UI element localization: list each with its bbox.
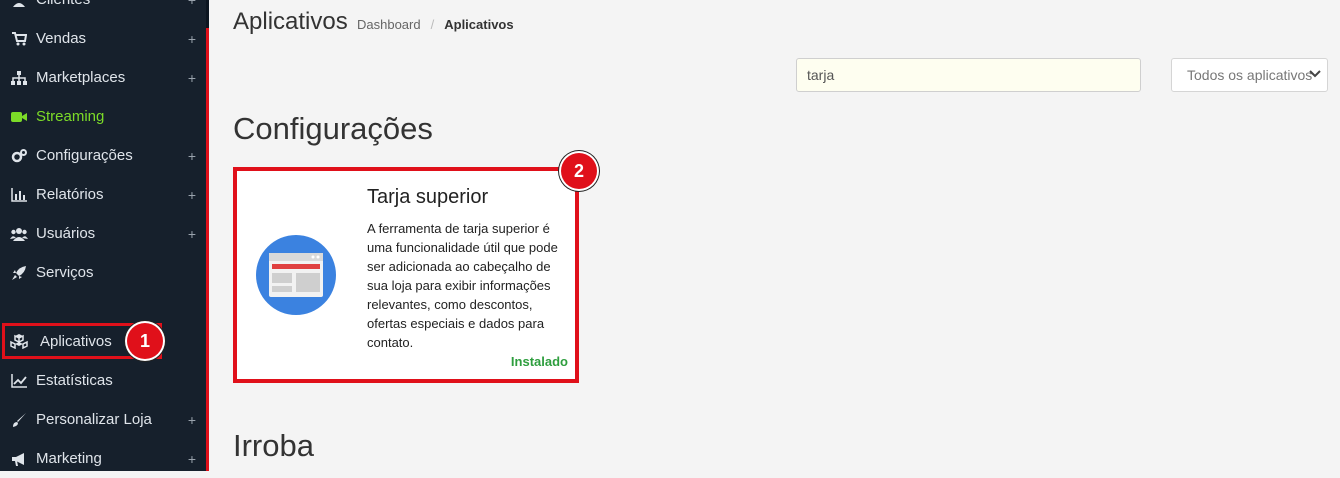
app-filter-select[interactable]: Todos os aplicativos	[1171, 58, 1328, 92]
sidebar-item-label: Estatísticas	[36, 372, 113, 389]
expand-icon[interactable]: +	[188, 412, 196, 428]
expand-icon[interactable]: +	[188, 148, 196, 164]
app-status-badge: Instalado	[510, 354, 568, 369]
sidebar-item-label: Configurações	[36, 147, 133, 164]
sidebar: Clientes + Vendas + Marketplaces + Strea…	[0, 0, 206, 471]
bar-chart-icon	[10, 187, 28, 203]
sidebar-item-streaming[interactable]: Streaming	[0, 97, 206, 136]
sidebar-item-configuracoes[interactable]: Configurações +	[0, 136, 206, 175]
expand-icon[interactable]: +	[188, 226, 196, 242]
chevron-down-icon	[1309, 70, 1321, 78]
sidebar-item-label: Vendas	[36, 30, 87, 47]
sidebar-item-label: Aplicativos	[40, 332, 112, 350]
sidebar-item-label: Usuários	[36, 225, 96, 242]
sidebar-item-clientes[interactable]: Clientes +	[0, 0, 206, 19]
users-group-icon	[10, 226, 28, 242]
expand-icon[interactable]: +	[188, 187, 196, 203]
sidebar-item-usuarios[interactable]: Usuários +	[0, 214, 206, 253]
app-description: A ferramenta de tarja superior é uma fun…	[367, 221, 558, 350]
sidebar-item-relatorios[interactable]: Relatórios +	[0, 175, 206, 214]
section-title-configuracoes: Configurações	[233, 111, 433, 146]
sidebar-item-marketing[interactable]: Marketing +	[0, 439, 206, 478]
sidebar-item-label: Marketing	[36, 450, 102, 467]
breadcrumb: Dashboard / Aplicativos	[357, 17, 514, 32]
section-title-irroba: Irroba	[233, 428, 314, 463]
sidebar-item-label: Serviços	[36, 264, 94, 281]
app-card-tarja-superior[interactable]: Tarja superior A ferramenta de tarja sup…	[233, 167, 579, 383]
breadcrumb-current: Aplicativos	[444, 17, 514, 32]
line-chart-icon	[10, 373, 28, 389]
bullhorn-icon	[10, 451, 28, 467]
expand-icon[interactable]: +	[188, 31, 196, 47]
app-title: Tarja superior	[367, 186, 489, 208]
sidebar-item-marketplaces[interactable]: Marketplaces +	[0, 58, 206, 97]
sitemap-icon	[10, 70, 28, 86]
step-badge-1: 1	[127, 323, 163, 359]
expand-icon[interactable]: +	[188, 451, 196, 467]
breadcrumb-home[interactable]: Dashboard	[357, 17, 421, 32]
cart-icon	[10, 31, 28, 47]
sidebar-item-personalizar-loja[interactable]: Personalizar Loja +	[0, 400, 206, 439]
sidebar-item-label: Streaming	[36, 108, 105, 125]
users-icon	[10, 0, 28, 8]
main-content: Aplicativos Dashboard / Aplicativos Todo…	[209, 0, 1340, 471]
browser-window-icon	[256, 235, 336, 315]
search-input[interactable]	[796, 58, 1141, 92]
brush-icon	[10, 412, 28, 428]
step-badge-2: 2	[561, 153, 597, 189]
app-filter-selected: Todos os aplicativos	[1187, 67, 1313, 83]
expand-icon[interactable]: +	[188, 70, 196, 86]
rocket-icon	[10, 265, 28, 281]
sidebar-item-servicos[interactable]: Serviços	[0, 253, 206, 292]
expand-icon[interactable]: +	[188, 0, 196, 8]
sidebar-item-vendas[interactable]: Vendas +	[0, 19, 206, 58]
cubes-icon	[10, 333, 28, 349]
sidebar-item-estatisticas[interactable]: Estatísticas	[0, 361, 206, 400]
page-title: Aplicativos	[233, 8, 348, 35]
breadcrumb-separator: /	[430, 17, 435, 32]
sidebar-item-label: Relatórios	[36, 186, 104, 203]
sidebar-item-label: Clientes	[36, 0, 90, 8]
sidebar-item-label: Personalizar Loja	[36, 411, 152, 428]
video-icon	[10, 109, 28, 125]
gears-icon	[10, 148, 28, 164]
sidebar-item-label: Marketplaces	[36, 69, 126, 86]
